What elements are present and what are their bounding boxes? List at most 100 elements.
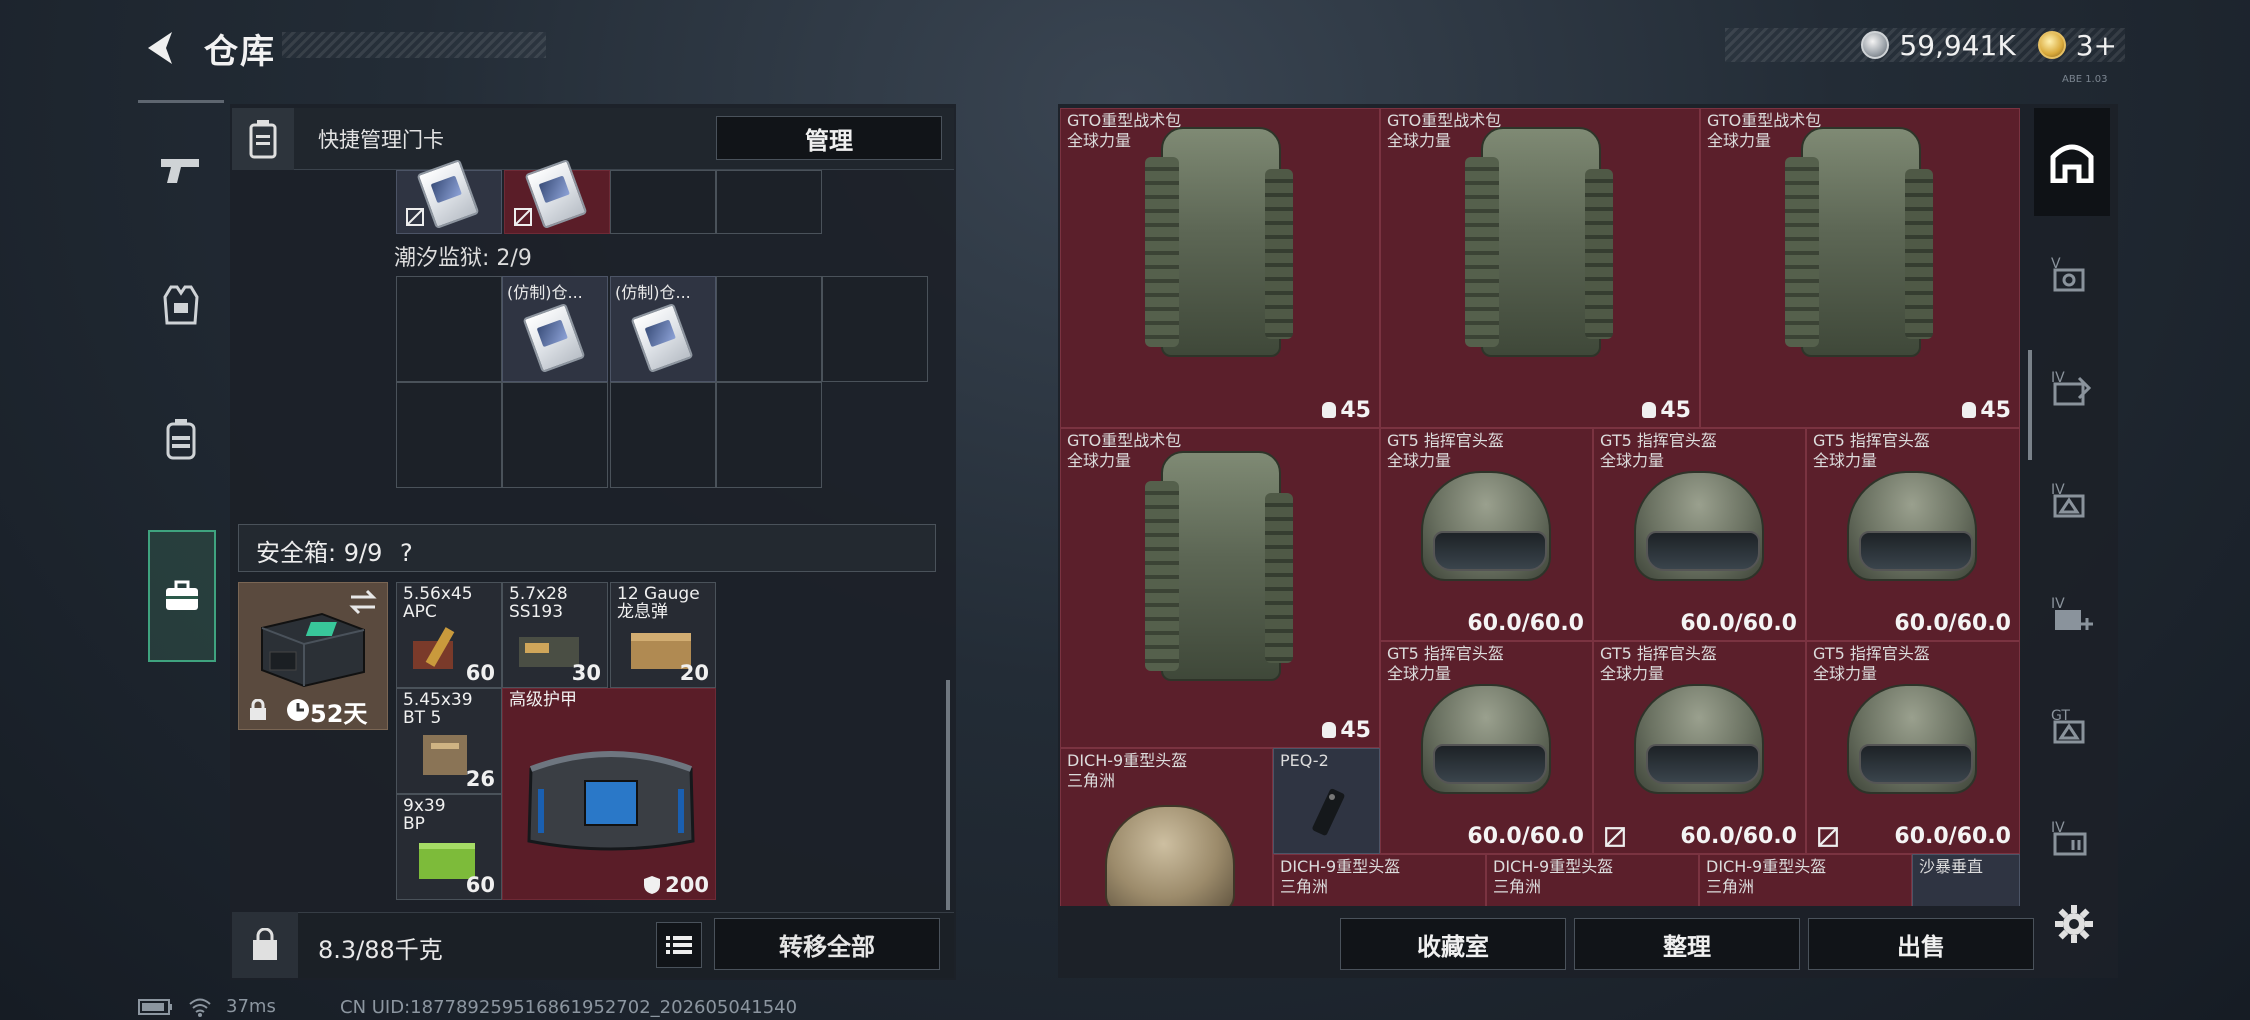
item-faction: 三角洲	[1067, 771, 1116, 790]
item-count: 30	[571, 661, 601, 685]
safe-item[interactable]: 5.7x28 SS193 30	[502, 582, 608, 688]
ticket-count: 3+	[2075, 28, 2117, 62]
item-name: 5.45x39 BT 5	[403, 690, 473, 728]
stash-item-dich-helmet[interactable]: DICH-9重型头盔 三角洲	[1699, 854, 1912, 906]
armor-bag-image	[527, 751, 695, 851]
safe-capacity-label: 安全箱: 9/9 ?	[256, 533, 413, 568]
card-holder-icon-box	[232, 108, 294, 170]
item-name: 高级护甲	[509, 690, 577, 710]
list-icon	[666, 936, 692, 954]
item-faction: 全球力量	[1813, 451, 1878, 470]
stash-item-sandstorm[interactable]: 沙暴垂直	[1912, 854, 2020, 906]
item-name: GTO重型战术包	[1387, 111, 1502, 130]
item-name: GT5 指挥官头盔	[1600, 644, 1717, 663]
helmet-image	[1634, 684, 1764, 794]
vest-icon	[163, 285, 199, 325]
version-hint: ABE 1.03	[2062, 74, 2108, 85]
item-faction: 全球力量	[1067, 131, 1132, 150]
safe-item[interactable]: 12 Gauge 龙息弹 20	[610, 582, 716, 688]
stash-item-helmet[interactable]: GT5 指挥官头盔 全球力量 60.0/60.0	[1593, 428, 1806, 641]
help-icon[interactable]: ?	[400, 539, 413, 567]
briefcase-icon	[166, 580, 198, 610]
stash-item-backpack[interactable]: GTO重型战术包 全球力量 45	[1380, 108, 1700, 428]
stash-item-helmet[interactable]: GT5 指挥官头盔 全球力量 60.0/60.0	[1806, 428, 2020, 641]
weight-lock-box	[232, 912, 298, 978]
tab-stash-iv-b[interactable]: IV	[2034, 446, 2110, 554]
currency-amount: 59,941K	[1899, 28, 2016, 62]
tab-vest[interactable]	[138, 240, 224, 370]
tab-stash-iv-a[interactable]: IV	[2034, 334, 2110, 442]
manage-button[interactable]: 管理	[716, 116, 942, 160]
item-name: DICH-9重型头盔	[1706, 857, 1827, 876]
stash-scrollbar[interactable]	[2028, 350, 2032, 460]
title-decoration	[282, 32, 546, 58]
back-arrow-icon	[148, 32, 172, 64]
item-faction: 全球力量	[1707, 131, 1772, 150]
item-name: PEQ-2	[1280, 751, 1329, 770]
item-name: 沙暴垂直	[1919, 857, 1984, 876]
stash-item-backpack[interactable]: GTO重型战术包 全球力量 45	[1700, 108, 2020, 428]
empty-slot[interactable]	[716, 382, 822, 488]
tab-stash-iv-add[interactable]: IV	[2034, 560, 2110, 668]
back-button[interactable]	[138, 24, 186, 72]
stash-item-peq[interactable]: PEQ-2	[1273, 748, 1380, 854]
transfer-all-button[interactable]: 转移全部	[714, 918, 940, 970]
stash-item-helmet[interactable]: GT5 指挥官头盔 全球力量 60.0/60.0	[1380, 428, 1593, 641]
left-scrollbar[interactable]	[946, 680, 950, 910]
item-durability: 60.0/60.0	[1680, 611, 1797, 636]
item-name: 12 Gauge 龙息弹	[617, 584, 700, 622]
tab-stash-all[interactable]	[2034, 108, 2110, 216]
empty-slot[interactable]	[502, 382, 608, 488]
tab-weapons[interactable]	[138, 106, 224, 236]
stash-item-helmet[interactable]: GT5 指挥官头盔 全球力量 60.0/60.0	[1593, 641, 1806, 854]
armor-item[interactable]: 高级护甲 200	[502, 688, 716, 900]
tab-stash-gt[interactable]: GT	[2034, 672, 2110, 780]
uid-readout: CN UID:18778925951686195270​2_2026050415…	[340, 997, 798, 1018]
stash-item-helmet[interactable]: GT5 指挥官头盔 全球力量 60.0/60.0	[1380, 641, 1593, 854]
empty-slot[interactable]	[716, 276, 822, 382]
empty-slot[interactable]	[610, 382, 716, 488]
keycard-slot[interactable]	[504, 158, 610, 234]
item-name: GTO重型战术包	[1707, 111, 1822, 130]
tab-backpack[interactable]	[138, 374, 224, 504]
tab-safe[interactable]	[148, 530, 216, 662]
wifi-icon	[189, 998, 211, 1017]
safe-item[interactable]: 9x39 BP 60	[396, 794, 502, 900]
no-insure-icon	[1818, 827, 1838, 847]
list-view-button[interactable]	[656, 922, 702, 968]
sort-button[interactable]: 整理	[1574, 918, 1800, 970]
keycard-slot[interactable]: (仿制)仓...	[502, 276, 608, 382]
safe-item[interactable]: 5.56x45 APC 60	[396, 582, 502, 688]
stash-item-dich-helmet[interactable]: DICH-9重型头盔 三角洲	[1486, 854, 1699, 906]
ping-readout: 37ms	[226, 996, 276, 1017]
battery-icon	[138, 998, 172, 1015]
safe-item[interactable]: 5.45x39 BT 5 26	[396, 688, 502, 794]
tab-stash-v[interactable]: V	[2034, 220, 2110, 328]
keycard-slot[interactable]	[396, 158, 502, 234]
settings-button[interactable]	[2050, 900, 2098, 948]
stash-item-dich-helmet[interactable]: DICH-9重型头盔 三角洲	[1273, 854, 1486, 906]
helmet-image	[1421, 684, 1551, 794]
item-count: 60	[465, 661, 495, 685]
keycard-label: (仿制)仓...	[507, 283, 583, 302]
stash-item-helmet[interactable]: GT5 指挥官头盔 全球力量 60.0/60.0	[1806, 641, 2020, 854]
tab-stash-iv-c[interactable]: IV	[2034, 784, 2110, 892]
item-count: 20	[679, 661, 709, 685]
sell-button[interactable]: 出售	[1808, 918, 2034, 970]
item-durability: 60.0/60.0	[1894, 611, 2011, 636]
collection-room-button[interactable]: 收藏室	[1340, 918, 1566, 970]
stash-item-backpack[interactable]: GTO重型战术包 全球力量 45	[1060, 428, 1380, 748]
empty-slot[interactable]	[822, 276, 928, 382]
helmet-image	[1105, 805, 1235, 906]
empty-slot[interactable]	[396, 382, 502, 488]
empty-slot[interactable]	[716, 170, 822, 234]
backpack-image	[1465, 127, 1613, 357]
keycard-slot[interactable]: (仿制)仓...	[610, 276, 716, 382]
empty-slot[interactable]	[610, 170, 716, 234]
stash-item-backpack[interactable]: GTO重型战术包 全球力量 45	[1060, 108, 1380, 428]
item-count: 60	[465, 873, 495, 897]
tab-divider	[138, 100, 224, 103]
item-name: GTO重型战术包	[1067, 431, 1182, 450]
stash-item-dich-helmet[interactable]: DICH-9重型头盔 三角洲	[1060, 748, 1273, 906]
empty-slot[interactable]	[396, 276, 502, 382]
